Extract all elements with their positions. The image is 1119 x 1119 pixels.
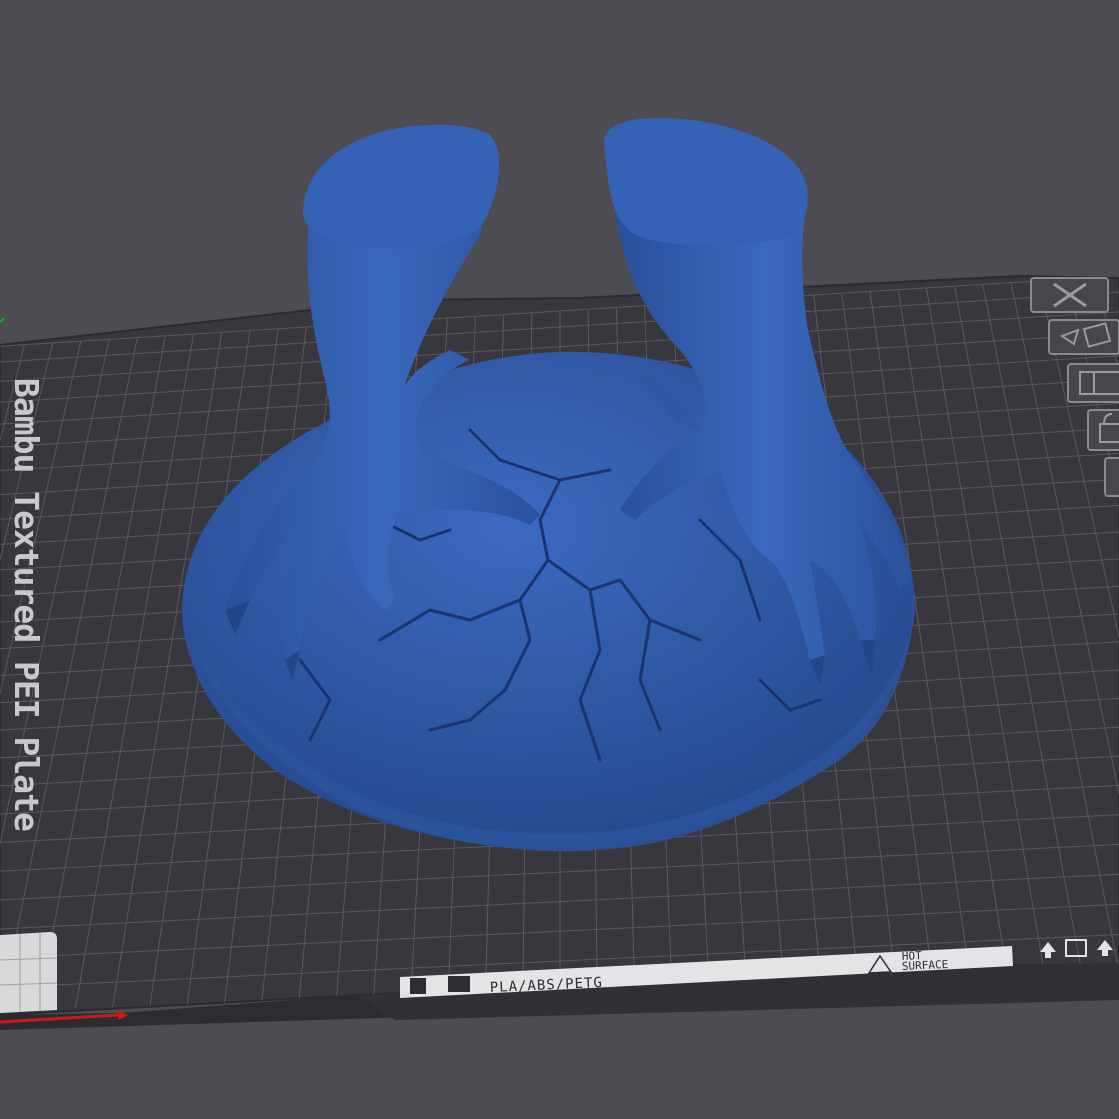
model-object[interactable] [182,118,915,852]
y-axis [0,317,5,323]
hot-surface-label-line2: SURFACE [902,958,949,973]
lock-icon[interactable] [1087,409,1119,451]
plate-name-label: Bambu Textured PEI Plate [7,378,46,831]
plate-corner-tab [0,932,57,1013]
settings-icon[interactable] [1104,457,1119,497]
close-icon[interactable] [1030,277,1109,313]
auto-orient-icon[interactable] [1048,319,1119,355]
arrange-icon[interactable] [1067,363,1119,403]
3d-viewport[interactable]: Bambu Textured PEI Plate PLA/ABS/PETG HO… [0,0,1119,1119]
